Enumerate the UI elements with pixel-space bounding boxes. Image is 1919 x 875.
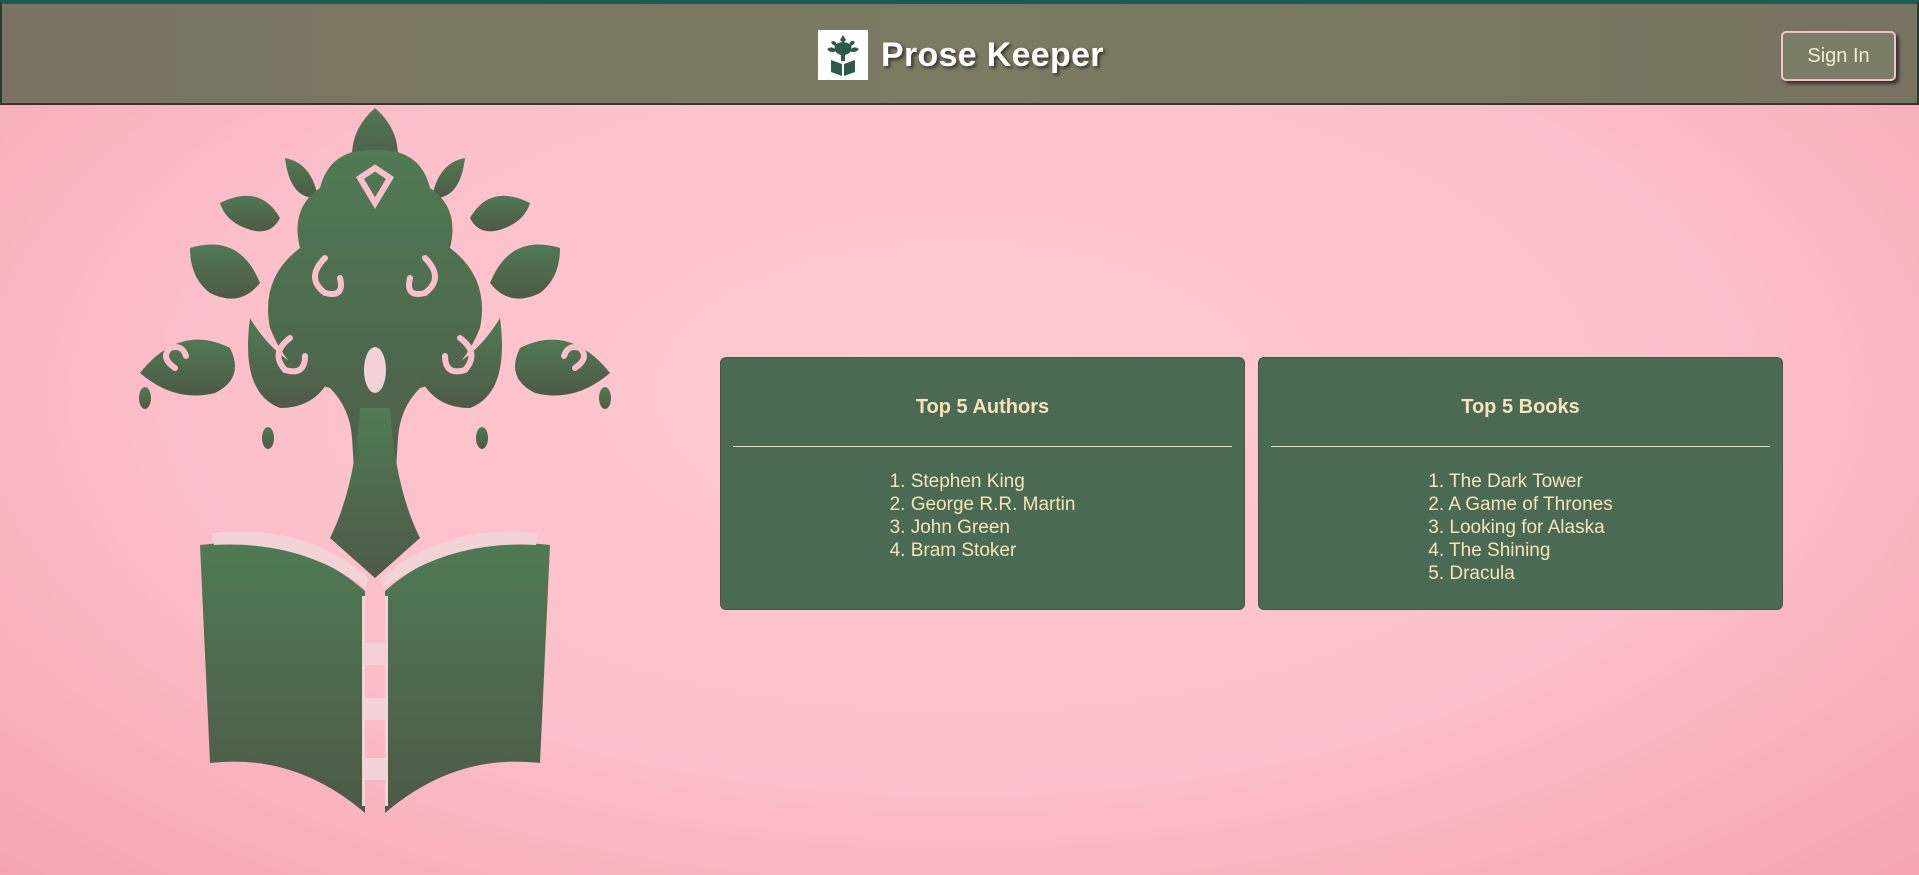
top-authors-card: Top 5 Authors 1. Stephen King 2. George … [720, 357, 1245, 610]
app-title[interactable]: Prose Keeper [881, 36, 1104, 75]
book-list-item[interactable]: 4. The Shining [1428, 539, 1612, 562]
author-list-item[interactable]: 3. John Green [890, 516, 1076, 539]
author-list-item[interactable]: 1. Stephen King [890, 470, 1076, 493]
author-list-item[interactable]: 4. Bram Stoker [890, 539, 1076, 562]
author-list-item[interactable]: 2. George R.R. Martin [890, 493, 1076, 516]
page-background: Prose Keeper Sign In Top 5 Authors 1. St… [0, 0, 1919, 875]
top-authors-list: 1. Stephen King 2. George R.R. Martin 3.… [721, 470, 1244, 562]
top-navbar: Prose Keeper Sign In [0, 0, 1919, 105]
brand-logo-icon [818, 30, 868, 80]
top-authors-title: Top 5 Authors [915, 396, 1050, 418]
card-divider [733, 446, 1232, 447]
top-books-title: Top 5 Books [1461, 396, 1580, 418]
top-books-card: Top 5 Books 1. The Dark Tower 2. A Game … [1258, 357, 1783, 610]
top-books-list: 1. The Dark Tower 2. A Game of Thrones 3… [1259, 470, 1782, 585]
book-list-item[interactable]: 2. A Game of Thrones [1428, 493, 1612, 516]
sign-in-button[interactable]: Sign In [1781, 31, 1896, 81]
brand[interactable]: Prose Keeper [818, 30, 1104, 80]
book-list-item[interactable]: 1. The Dark Tower [1428, 470, 1612, 493]
book-list-item[interactable]: 3. Looking for Alaska [1428, 516, 1612, 539]
card-divider [1271, 446, 1770, 447]
tree-book-logo-icon [130, 108, 620, 828]
book-list-item[interactable]: 5. Dracula [1428, 562, 1612, 585]
